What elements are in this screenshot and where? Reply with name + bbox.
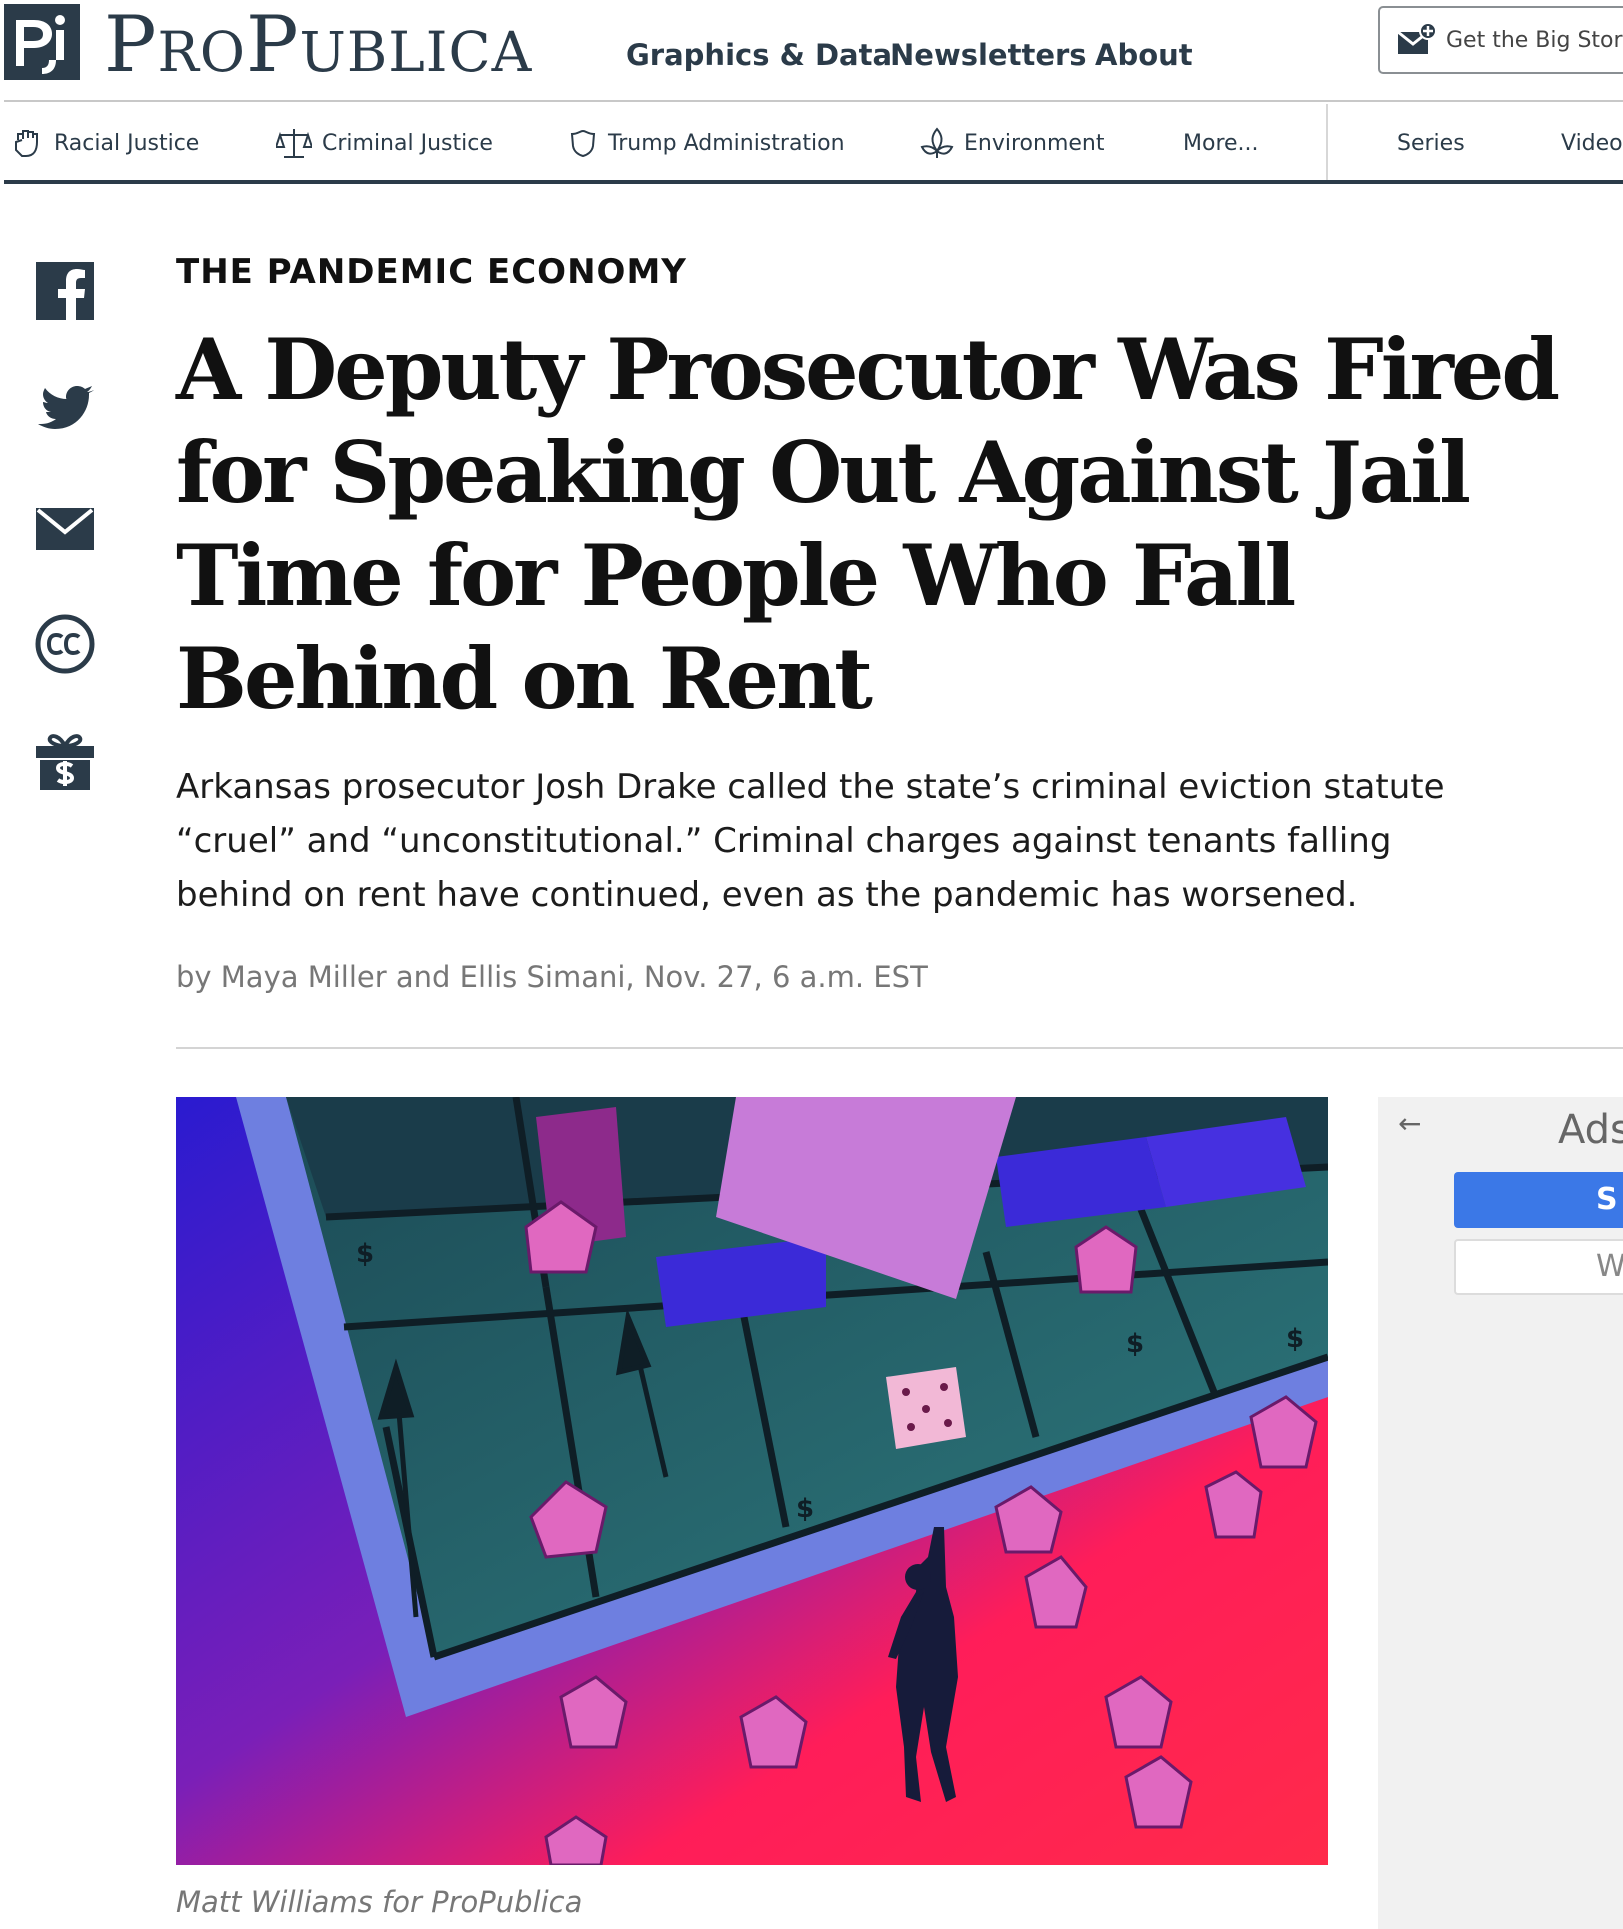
donate-icon[interactable] <box>34 730 96 792</box>
brand-wordmark[interactable]: ProPublica <box>104 0 532 90</box>
nav-graphics-data[interactable]: Graphics & Data <box>626 38 892 72</box>
ad-panel: ← Ads S W <box>1378 1097 1623 1929</box>
article-kicker[interactable]: THE PANDEMIC ECONOMY <box>176 252 687 292</box>
facebook-icon[interactable] <box>34 260 96 322</box>
nav-newsletters[interactable]: Newsletters <box>890 38 1087 72</box>
topic-environment[interactable]: Environment <box>920 126 1104 160</box>
ad-secondary-button[interactable]: W <box>1454 1239 1623 1295</box>
nav-divider <box>1326 104 1328 182</box>
svg-text:$: $ <box>796 1494 814 1524</box>
image-caption: Matt Williams for ProPublica <box>176 1885 583 1919</box>
fist-icon <box>15 130 38 157</box>
article-illustration: $ $ $ $ <box>176 1097 1328 1865</box>
topic-label: Criminal Justice <box>322 130 493 156</box>
creative-commons-icon[interactable] <box>34 613 96 675</box>
svg-text:$: $ <box>356 1239 374 1269</box>
ad-title: Ads <box>1558 1107 1623 1153</box>
topic-more[interactable]: More... <box>1183 126 1259 160</box>
newsletter-signup-button[interactable]: Get the Big Story <box>1378 6 1623 74</box>
article-byline: by Maya Miller and Ellis Simani, Nov. 27… <box>176 960 928 994</box>
back-arrow-icon[interactable]: ← <box>1398 1107 1421 1140</box>
nav-video[interactable]: Video <box>1561 126 1623 160</box>
article-divider <box>176 1047 1623 1049</box>
nav-about[interactable]: About <box>1095 38 1193 72</box>
topic-label: Environment <box>964 130 1105 156</box>
nav-bottom-rule <box>4 180 1623 184</box>
propublica-logo-icon[interactable] <box>4 4 80 80</box>
topic-racial-justice[interactable]: Racial Justice <box>12 126 199 160</box>
svg-text:$: $ <box>1126 1329 1144 1359</box>
shield-icon <box>570 129 596 158</box>
mail-plus-icon <box>1397 22 1436 54</box>
leaf-icon <box>920 127 954 158</box>
topic-criminal-justice[interactable]: Criminal Justice <box>276 126 493 160</box>
topic-nav: Racial Justice Criminal Justice Trump Ad… <box>0 102 1623 184</box>
svg-text:$: $ <box>1286 1324 1304 1354</box>
article-dek: Arkansas prosecutor Josh Drake called th… <box>176 767 1445 915</box>
topic-trump-administration[interactable]: Trump Administration <box>568 126 845 160</box>
site-header: ProPublica Graphics & Data Newsletters A… <box>0 0 1623 102</box>
topic-label: Racial Justice <box>54 130 200 156</box>
scales-icon <box>276 129 312 158</box>
twitter-icon[interactable] <box>34 378 96 440</box>
ad-primary-button[interactable]: S <box>1454 1172 1623 1228</box>
email-icon[interactable] <box>34 498 96 560</box>
article-headline: A Deputy Prosecutor Was Fired for Speaki… <box>176 320 1560 728</box>
nav-series[interactable]: Series <box>1397 126 1465 160</box>
topic-label: Trump Administration <box>608 130 845 156</box>
newsletter-cta-label: Get the Big Story <box>1446 28 1623 53</box>
